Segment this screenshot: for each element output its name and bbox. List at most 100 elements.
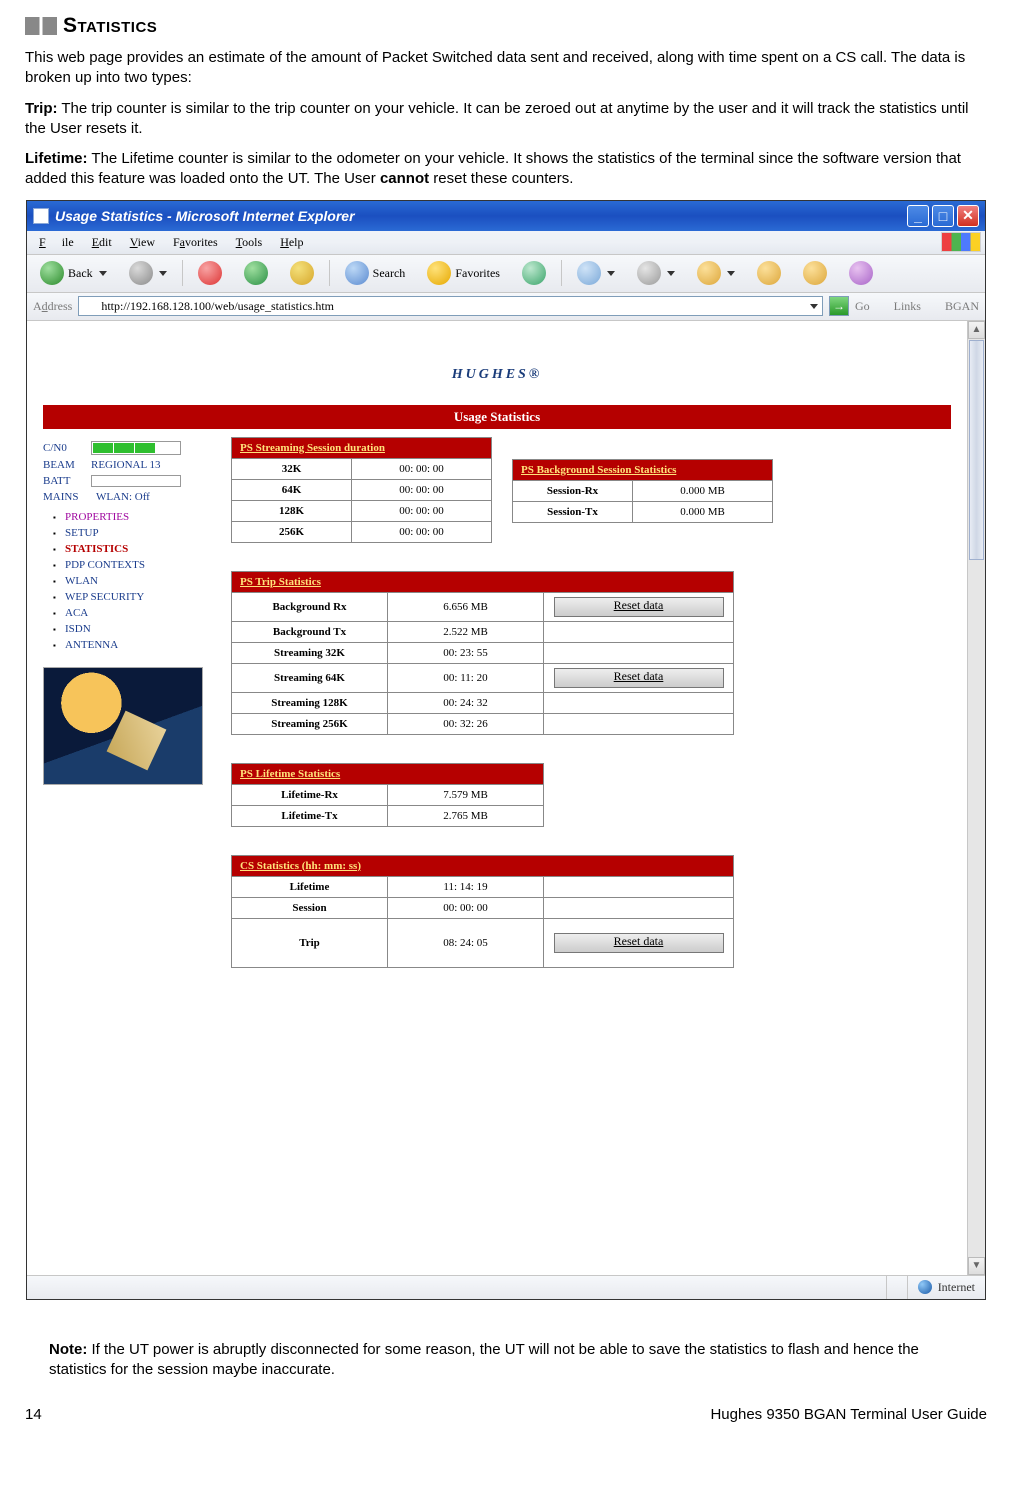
sidebar-item-setup[interactable]: SETUP (53, 525, 213, 541)
cn0-label: C/N0 (43, 442, 85, 454)
table-row: Lifetime-Tx2.765 MB (232, 805, 544, 826)
bg-session-table: PS Background Session Statistics Session… (512, 459, 773, 523)
table-row: Session-Tx0.000 MB (513, 501, 773, 522)
menu-help[interactable]: Help (272, 232, 311, 253)
page-number: 14 (25, 1406, 42, 1423)
search-button[interactable]: Search (338, 257, 413, 289)
scroll-up-button[interactable]: ▲ (968, 321, 985, 339)
signal-meter (91, 441, 181, 455)
menu-view[interactable]: View (122, 232, 163, 253)
close-button[interactable]: ✕ (957, 205, 979, 227)
table-row: Streaming 64K00: 11: 20Reset data (232, 663, 734, 692)
links-item-bgan[interactable]: BGAN (927, 299, 979, 314)
table-row: Background Tx2.522 MB (232, 621, 734, 642)
reset-button[interactable]: Reset data (554, 668, 724, 688)
trip-header: PS Trip Statistics (232, 571, 734, 592)
table-row: 256K00: 00: 00 (232, 521, 492, 542)
row-value: 00: 23: 55 (388, 642, 544, 663)
messenger-icon (849, 261, 873, 285)
row-key: Streaming 256K (232, 713, 388, 734)
section-marker-icon (25, 17, 57, 35)
lifetime-header: PS Lifetime Statistics (232, 763, 544, 784)
zone-label: Internet (938, 1280, 975, 1295)
row-key: 128K (232, 500, 352, 521)
maximize-button[interactable]: □ (932, 205, 954, 227)
row-value: 00: 00: 00 (388, 897, 544, 918)
sidebar-item-antenna[interactable]: ANTENNA (53, 637, 213, 653)
menu-tools[interactable]: Tools (228, 232, 271, 253)
menu-favorites[interactable]: Favorites (165, 232, 226, 253)
wlan-label: WLAN: Off (96, 491, 150, 503)
table-row: 64K00: 00: 00 (232, 479, 492, 500)
scroll-thumb[interactable] (969, 340, 984, 560)
edit-icon (697, 261, 721, 285)
refresh-button[interactable] (237, 257, 275, 289)
row-key: Session-Tx (513, 501, 633, 522)
go-button[interactable]: → (829, 296, 849, 316)
go-label: Go (855, 299, 870, 314)
address-input[interactable]: http://192.168.128.100/web/usage_statist… (78, 296, 823, 316)
row-key: Trip (232, 918, 388, 967)
stop-icon (198, 261, 222, 285)
home-button[interactable] (283, 257, 321, 289)
sidebar-item-properties[interactable]: PROPERTIES (53, 509, 213, 525)
forward-button[interactable] (122, 257, 174, 289)
table-row: Lifetime-Rx7.579 MB (232, 784, 544, 805)
minimize-button[interactable]: _ (907, 205, 929, 227)
sidebar-item-isdn[interactable]: ISDN (53, 621, 213, 637)
sidebar-item-aca[interactable]: ACA (53, 605, 213, 621)
row-key: 256K (232, 521, 352, 542)
bg-header: PS Background Session Statistics (513, 459, 773, 480)
back-button[interactable]: Back (33, 257, 114, 289)
table-row: Session-Rx0.000 MB (513, 480, 773, 501)
chevron-down-icon[interactable] (810, 304, 818, 309)
row-key: Session-Rx (513, 480, 633, 501)
row-value: 11: 14: 19 (388, 876, 544, 897)
table-row: 32K00: 00: 00 (232, 458, 492, 479)
table-row: Streaming 32K00: 23: 55 (232, 642, 734, 663)
row-value: 0.000 MB (633, 480, 773, 501)
beam-label: BEAM (43, 459, 85, 471)
sidebar-item-statistics[interactable]: STATISTICS (53, 541, 213, 557)
vertical-scrollbar[interactable]: ▲ ▼ (967, 321, 985, 1275)
satellite-image (43, 667, 203, 785)
discuss-button[interactable] (796, 257, 834, 289)
links-label: Links (894, 299, 921, 314)
menubar: File Edit View Favorites Tools Help (27, 231, 985, 255)
row-value: 00: 00: 00 (352, 479, 492, 500)
windows-logo-icon (941, 232, 981, 252)
lifetime-cannot: cannot (380, 170, 429, 187)
row-key: Streaming 128K (232, 692, 388, 713)
statusbar: Internet (27, 1275, 985, 1299)
sidebar-item-pdp-contexts[interactable]: PDP CONTEXTS (53, 557, 213, 573)
intro-paragraph: This web page provides an estimate of th… (25, 48, 987, 89)
row-key: Lifetime-Tx (232, 805, 388, 826)
sidebar-item-wlan[interactable]: WLAN (53, 573, 213, 589)
menu-file[interactable]: File (31, 232, 82, 253)
scroll-down-button[interactable]: ▼ (968, 1257, 985, 1275)
mail-button[interactable] (570, 257, 622, 289)
row-value: 00: 00: 00 (352, 458, 492, 479)
beam-value: REGIONAL 13 (91, 459, 161, 471)
print-button[interactable] (630, 257, 682, 289)
sidebar-item-wep-security[interactable]: WEP SECURITY (53, 589, 213, 605)
menu-edit[interactable]: Edit (84, 232, 120, 253)
reset-button[interactable]: Reset data (554, 933, 724, 953)
research-button[interactable] (750, 257, 788, 289)
folder-icon (757, 261, 781, 285)
discuss-icon (803, 261, 827, 285)
note-label: Note: (49, 1341, 87, 1358)
history-button[interactable] (515, 257, 553, 289)
row-action (544, 642, 734, 663)
reset-button[interactable]: Reset data (554, 597, 724, 617)
page-icon (83, 299, 97, 313)
lifetime-table: PS Lifetime Statistics Lifetime-Rx7.579 … (231, 763, 544, 827)
row-value: 0.000 MB (633, 501, 773, 522)
stop-button[interactable] (191, 257, 229, 289)
row-action (544, 621, 734, 642)
edit-button[interactable] (690, 257, 742, 289)
favorites-button[interactable]: Favorites (420, 257, 507, 289)
toolbar: Back Search Favorites (27, 255, 985, 293)
cs-table: CS Statistics (hh: mm: ss) Lifetime11: 1… (231, 855, 734, 968)
messenger-button[interactable] (842, 257, 880, 289)
